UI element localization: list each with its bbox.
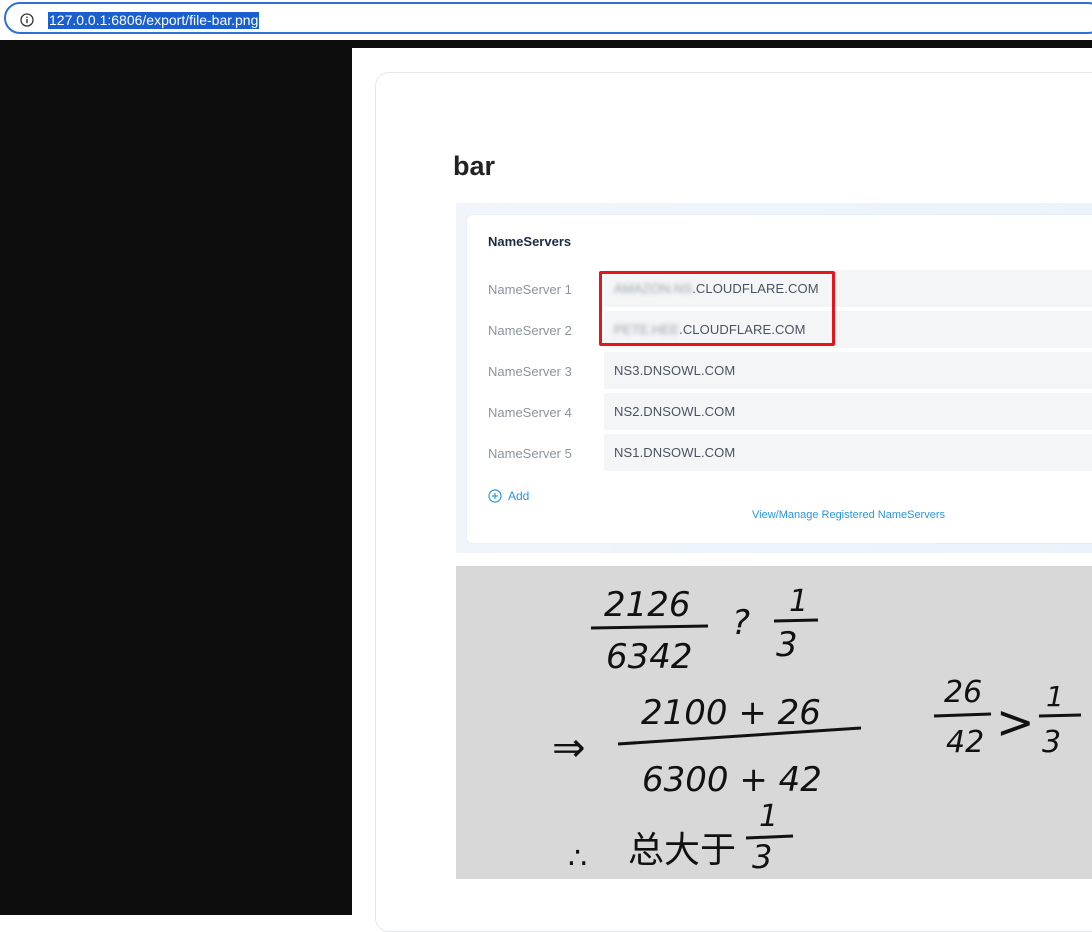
hw-line3-text: 总大于 [628,830,736,871]
handwriting-canvas: 2126 6342 ? 1 3 ⇒ 2100 + 26 6300 + 42 26… [552,584,1082,876]
hw-line1-operator: ? [732,603,750,643]
info-icon[interactable] [20,13,34,27]
plus-circle-icon [488,489,502,503]
browser-address-bar: 127.0.0.1:6806/export/file-bar.png [0,0,1092,40]
hw-line2-denominator: 6300 + 42 [642,760,822,800]
hw-line2-cmp-operator: > [996,695,1035,749]
url-text[interactable]: 127.0.0.1:6806/export/file-bar.png [48,12,260,29]
highlight-annotation-box [599,271,835,346]
hw-line1-right-bar [773,618,819,623]
handwritten-math-image: 2126 6342 ? 1 3 ⇒ 2100 + 26 6300 + 42 26… [456,566,1092,879]
hw-line2-cmp-right-numerator: 1 [1046,680,1064,713]
nameserver-label: NameServer 3 [488,364,572,379]
nameserver-value: NS2.DNSOWL.COM [614,404,736,419]
nameservers-heading: NameServers [488,234,572,249]
hw-line2-cmp-denominator: 42 [946,725,984,760]
nameserver-field-4[interactable]: NS2.DNSOWL.COM [604,393,1092,430]
hw-line2-cmp-numerator: 26 [944,675,982,710]
add-nameserver-button[interactable]: Add [488,489,529,503]
hw-line1-denominator: 6342 [606,637,693,677]
nameserver-row-1: NameServer 1 AMAZON.NS.CLOUDFLARE.COM [0,270,1092,308]
nameserver-field-3[interactable]: NS3.DNSOWL.COM [604,352,1092,389]
nameserver-field-5[interactable]: NS1.DNSOWL.COM [604,434,1092,471]
address-field[interactable]: 127.0.0.1:6806/export/file-bar.png [4,2,1092,34]
nameserver-row-4: NameServer 4 NS2.DNSOWL.COM [0,393,1092,431]
hw-line3-therefore: ∴ [568,841,587,876]
nameserver-label: NameServer 5 [488,446,572,461]
nameserver-label: NameServer 2 [488,323,572,338]
page-title: bar [453,151,496,181]
nameserver-row-3: NameServer 3 NS3.DNSOWL.COM [0,352,1092,390]
hw-line1-right-numerator: 1 [789,584,808,619]
manage-nameservers-link[interactable]: View/Manage Registered NameServers [752,509,945,521]
add-label: Add [508,489,530,503]
hw-line2-arrow: ⇒ [552,725,586,771]
nameserver-value: NS3.DNSOWL.COM [614,363,736,378]
hw-line2-numerator: 2100 + 26 [641,693,821,733]
hw-line1-numerator: 2126 [604,585,691,625]
hw-line2-cmp-right-bar [1038,713,1082,718]
nameserver-row-2: NameServer 2 PETE.HEE.CLOUDFLARE.COM [0,311,1092,349]
nameserver-value: NS1.DNSOWL.COM [614,445,736,460]
hw-line1-right-denominator: 3 [776,625,798,665]
hw-line2-cmp-right-denominator: 3 [1042,725,1061,760]
dark-top-strip [352,40,1092,48]
nameserver-label: NameServer 4 [488,405,572,420]
hw-line1-fraction-bar [590,624,709,630]
nameserver-row-5: NameServer 5 NS1.DNSOWL.COM [0,434,1092,472]
dark-sidebar-area [0,40,352,915]
hw-line2-cmp-bar [933,712,992,718]
hw-line3-denominator: 3 [752,838,772,876]
nameserver-label: NameServer 1 [488,282,572,297]
hw-line3-numerator: 1 [759,799,778,834]
